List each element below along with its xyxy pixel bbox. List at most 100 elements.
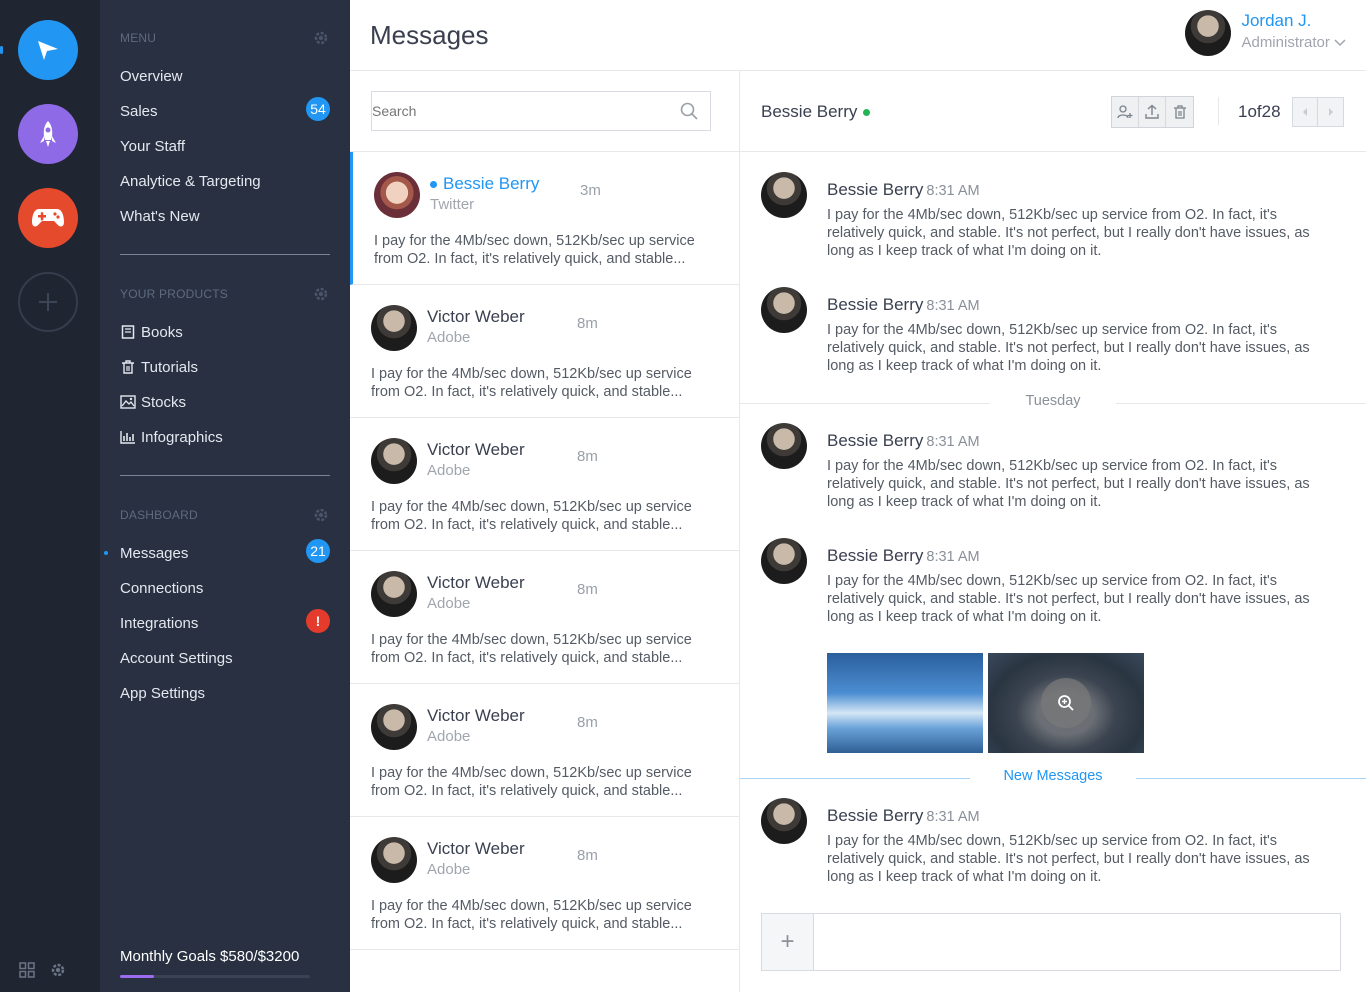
- menu-item-label: Messages: [120, 544, 189, 562]
- list-item[interactable]: Victor Weber Adobe 8m I pay for the 4Mb/…: [350, 418, 740, 551]
- message-author: Bessie Berry 8:31 AM: [827, 295, 980, 314]
- menu-divider: [120, 475, 330, 476]
- conversation-panel: Bessie Berry 1of28 Bessie Berry 8:31 AM I…: [740, 71, 1366, 992]
- message-timestamp: 8:31 AM: [926, 183, 980, 199]
- gear-icon[interactable]: [312, 506, 330, 524]
- delete-button[interactable]: [1166, 97, 1193, 127]
- gear-icon[interactable]: [312, 29, 330, 47]
- sender-source: Adobe: [427, 861, 471, 878]
- menu-item-overview[interactable]: Overview: [120, 64, 330, 88]
- gear-icon[interactable]: [312, 285, 330, 303]
- monthly-goals-progress-fill: [120, 975, 155, 978]
- menu-item-label: App Settings: [120, 684, 206, 702]
- menu-item-integrations[interactable]: Integrations !: [120, 609, 330, 635]
- list-item[interactable]: Victor Weber Adobe 8m I pay for the 4Mb/…: [350, 817, 740, 950]
- list-item[interactable]: Bessie Berry Twitter 3m I pay for the 4M…: [350, 152, 740, 285]
- rocket-icon: [40, 121, 56, 147]
- menu-item-account-settings[interactable]: Account Settings: [120, 646, 330, 670]
- prev-page-button[interactable]: [1293, 98, 1318, 126]
- avatar: [374, 172, 420, 218]
- message-list-panel: Bessie Berry Twitter 3m I pay for the 4M…: [350, 71, 740, 992]
- next-page-button[interactable]: [1318, 98, 1343, 126]
- conversation-toolbar: Bessie Berry 1of28: [740, 71, 1366, 152]
- menu-item-app-settings[interactable]: App Settings: [120, 681, 330, 705]
- menu-item-books[interactable]: Books: [120, 320, 330, 344]
- menu-item-infographics[interactable]: Infographics: [120, 425, 330, 449]
- sender-source: Adobe: [427, 329, 471, 346]
- menu-item-analytics[interactable]: Analytice & Targeting: [120, 169, 330, 193]
- message-time: 8m: [577, 847, 598, 864]
- menu-item-label: Account Settings: [120, 649, 233, 667]
- search-icon[interactable]: [680, 102, 698, 120]
- bar-chart-icon: [120, 429, 136, 445]
- message-time: 8m: [577, 448, 598, 465]
- message-time: 3m: [580, 182, 601, 199]
- trash-icon: [120, 359, 136, 375]
- day-separator: Tuesday: [740, 393, 1366, 413]
- avatar: [761, 423, 807, 469]
- search-input[interactable]: [372, 92, 662, 130]
- menu-item-label: Tutorials: [141, 358, 198, 376]
- add-contact-button[interactable]: [1112, 97, 1139, 127]
- message-timestamp: 8:31 AM: [926, 809, 980, 825]
- menu-divider: [120, 254, 330, 255]
- sender-name: Victor Weber: [427, 307, 525, 326]
- upload-icon: [1145, 104, 1159, 119]
- sender-source: Adobe: [427, 462, 471, 479]
- menu-item-tutorials[interactable]: Tutorials: [120, 355, 330, 379]
- menu-item-label: Stocks: [141, 393, 187, 411]
- grid-icon[interactable]: [19, 962, 35, 978]
- message-preview: I pay for the 4Mb/sec down, 512Kb/sec up…: [374, 233, 695, 267]
- menu-item-connections[interactable]: Connections: [120, 576, 330, 600]
- menu-item-your-staff[interactable]: Your Staff: [120, 134, 330, 158]
- online-status-dot: [863, 109, 871, 117]
- attach-button[interactable]: +: [762, 914, 814, 970]
- menu-item-label: Overview: [120, 67, 183, 85]
- side-menu: MENU Overview Sales 54 Your Staff Analyti…: [100, 0, 350, 992]
- conversation-actions: [1111, 96, 1194, 128]
- user-menu[interactable]: Jordan J. Administrator: [1185, 10, 1346, 56]
- sender-source: Adobe: [427, 728, 471, 745]
- send-app-button[interactable]: [18, 20, 78, 80]
- message-preview: I pay for the 4Mb/sec down, 512Kb/sec up…: [371, 765, 692, 799]
- messages-count-badge: 21: [306, 539, 330, 563]
- zoom-button[interactable]: [1041, 678, 1091, 728]
- trash-icon: [1173, 105, 1186, 119]
- message-text: I pay for the 4Mb/sec down, 512Kb/sec up…: [827, 573, 1310, 625]
- list-item[interactable]: Victor Weber Adobe 8m I pay for the 4Mb/…: [350, 285, 740, 418]
- sender-name: Victor Weber: [427, 440, 525, 459]
- menu-section-label: MENU: [120, 31, 157, 45]
- attachment-image[interactable]: [988, 653, 1144, 753]
- add-app-button[interactable]: [18, 272, 78, 332]
- rocket-app-button[interactable]: [18, 104, 78, 164]
- paper-plane-icon: [38, 41, 58, 60]
- list-item[interactable]: Victor Weber Adobe 8m I pay for the 4Mb/…: [350, 684, 740, 817]
- message-author: Bessie Berry 8:31 AM: [827, 546, 980, 565]
- app-rail: [0, 0, 100, 992]
- menu-item-label: Integrations: [120, 614, 199, 632]
- settings-gear-icon[interactable]: [49, 961, 67, 979]
- message-author: Bessie Berry 8:31 AM: [827, 806, 980, 825]
- avatar: [761, 172, 807, 218]
- game-app-button[interactable]: [18, 188, 78, 248]
- upload-button[interactable]: [1139, 97, 1166, 127]
- sender-name: Victor Weber: [427, 573, 525, 592]
- menu-item-messages[interactable]: Messages 21: [104, 539, 330, 565]
- chevron-left-icon: [1303, 108, 1307, 116]
- chevron-down-icon: [1334, 39, 1346, 47]
- menu-item-sales[interactable]: Sales 54: [120, 97, 330, 123]
- message-input[interactable]: [822, 914, 1322, 970]
- sales-count-badge: 54: [306, 97, 330, 121]
- list-item[interactable]: Victor Weber Adobe 8m I pay for the 4Mb/…: [350, 551, 740, 684]
- sender-name: Victor Weber: [427, 706, 525, 725]
- menu-item-stocks[interactable]: Stocks: [120, 390, 330, 414]
- menu-item-whats-new[interactable]: What's New: [120, 204, 330, 228]
- pager-label: 1of28: [1238, 102, 1281, 121]
- new-messages-separator: New Messages: [740, 768, 1366, 788]
- products-section-header: YOUR PRODUCTS: [120, 285, 330, 303]
- message-timestamp: 8:31 AM: [926, 298, 980, 314]
- attachment-image[interactable]: [827, 653, 983, 753]
- dashboard-section-header: DASHBOARD: [120, 506, 330, 524]
- monthly-goals-label: Monthly Goals $580/$3200: [120, 948, 300, 965]
- avatar: [371, 438, 417, 484]
